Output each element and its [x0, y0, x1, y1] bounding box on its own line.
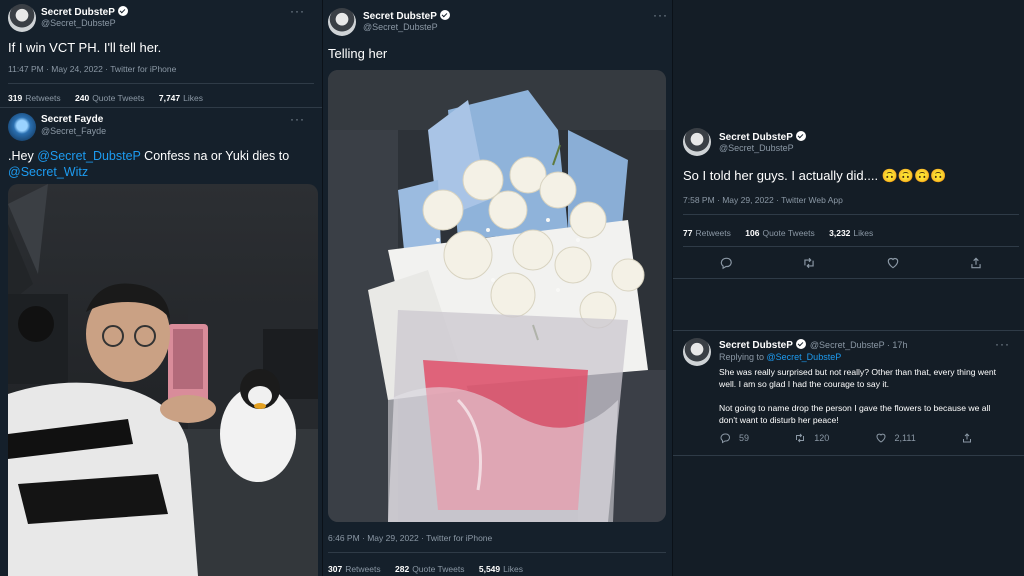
verified-icon: [117, 6, 128, 16]
tweet-stats: 307 Retweets 282 Quote Tweets 5,549 Likes: [328, 564, 535, 574]
avatar[interactable]: [8, 4, 36, 32]
verified-icon: [795, 339, 806, 349]
like-stat[interactable]: 3,232 Likes: [829, 228, 873, 238]
like-stat[interactable]: 7,747 Likes: [159, 93, 203, 103]
tweet-text: Telling her: [328, 46, 388, 61]
tweet-photo[interactable]: [328, 70, 666, 522]
like-stat[interactable]: 5,549 Likes: [479, 564, 523, 574]
retweet-stat[interactable]: 77 Retweets: [683, 228, 731, 238]
tweet-panel-left: Secret DubsteP @Secret_DubsteP ··· If I …: [0, 0, 322, 576]
display-name[interactable]: Secret DubsteP: [719, 131, 806, 143]
retweet-icon[interactable]: [802, 256, 824, 270]
display-name[interactable]: Secret DubsteP: [363, 10, 450, 22]
avatar[interactable]: [8, 113, 36, 141]
reply-text: She was really surprised but not really?…: [719, 367, 997, 425]
tweet-timestamp[interactable]: 6:46 PM · May 29, 2022 · Twitter for iPh…: [328, 533, 492, 543]
replying-to: Replying to @Secret_DubsteP: [719, 352, 842, 362]
tweet-timestamp[interactable]: 7:58 PM · May 29, 2022 · Twitter Web App: [683, 195, 843, 205]
reply-actions: 59 120 2,111: [719, 432, 981, 444]
tweet-text: So I told her guys. I actually did.... 🙃…: [683, 168, 947, 183]
tweet-actions: [719, 256, 991, 270]
verified-icon: [795, 131, 806, 141]
more-icon[interactable]: ···: [290, 4, 305, 18]
tweet-stats: 77 Retweets 106 Quote Tweets 3,232 Likes: [683, 228, 885, 238]
share-icon[interactable]: [969, 256, 991, 270]
user-handle[interactable]: @Secret_Fayde: [41, 126, 106, 136]
divider: [8, 83, 314, 84]
user-handle[interactable]: @Secret_DubsteP: [41, 18, 116, 28]
quote-stat[interactable]: 106 Quote Tweets: [745, 228, 814, 238]
more-icon[interactable]: ···: [995, 337, 1010, 351]
tweet-photo[interactable]: [8, 184, 318, 576]
divider: [328, 552, 666, 553]
retweet-button[interactable]: 120: [794, 432, 829, 444]
share-button[interactable]: [961, 432, 981, 444]
tweet-panel-right: Secret DubsteP @Secret_DubsteP So I told…: [672, 0, 1024, 576]
reply-icon: [720, 433, 730, 444]
avatar[interactable]: [683, 338, 711, 366]
user-handle[interactable]: @Secret_DubsteP: [363, 22, 438, 32]
mention-link[interactable]: @Secret_DubsteP: [767, 352, 842, 362]
avatar[interactable]: [328, 8, 356, 36]
divider: [0, 107, 322, 108]
divider: [673, 330, 1024, 331]
user-handle[interactable]: @Secret_DubsteP · 17h: [810, 340, 908, 350]
mention-link[interactable]: @Secret_Witz: [8, 165, 88, 179]
more-icon[interactable]: ···: [653, 8, 668, 22]
quote-stat[interactable]: 240 Quote Tweets: [75, 93, 144, 103]
display-name[interactable]: Secret Fayde: [41, 114, 103, 125]
more-icon[interactable]: ···: [290, 112, 305, 126]
reply-icon[interactable]: [719, 256, 741, 270]
tweet-timestamp[interactable]: 11:47 PM · May 24, 2022 · Twitter for iP…: [8, 64, 176, 74]
tweet-text: .Hey @Secret_DubsteP Confess na or Yuki …: [8, 149, 290, 179]
divider: [683, 246, 1019, 247]
avatar[interactable]: [683, 128, 711, 156]
mention-link[interactable]: @Secret_DubsteP: [37, 149, 141, 163]
user-handle[interactable]: @Secret_DubsteP: [719, 143, 794, 153]
retweet-stat[interactable]: 307 Retweets: [328, 564, 381, 574]
retweet-icon: [796, 433, 805, 443]
tweet-panel-middle: Secret DubsteP @Secret_DubsteP ··· Telli…: [322, 0, 672, 576]
display-name[interactable]: Secret DubsteP: [41, 6, 128, 18]
divider: [673, 278, 1024, 279]
tweet-stats: 319 Retweets 240 Quote Tweets 7,747 Likes: [8, 93, 215, 103]
share-icon: [962, 433, 971, 443]
like-icon: [876, 433, 886, 443]
like-button[interactable]: 2,111: [875, 432, 916, 444]
reply-button[interactable]: 59: [719, 432, 749, 444]
display-name[interactable]: Secret DubsteP @Secret_DubsteP · 17h: [719, 339, 907, 351]
like-icon[interactable]: [886, 256, 908, 270]
divider: [683, 214, 1019, 215]
quote-stat[interactable]: 282 Quote Tweets: [395, 564, 464, 574]
divider: [673, 455, 1024, 456]
tweet-text: If I win VCT PH. I'll tell her.: [8, 40, 162, 55]
verified-icon: [439, 10, 450, 20]
retweet-stat[interactable]: 319 Retweets: [8, 93, 61, 103]
